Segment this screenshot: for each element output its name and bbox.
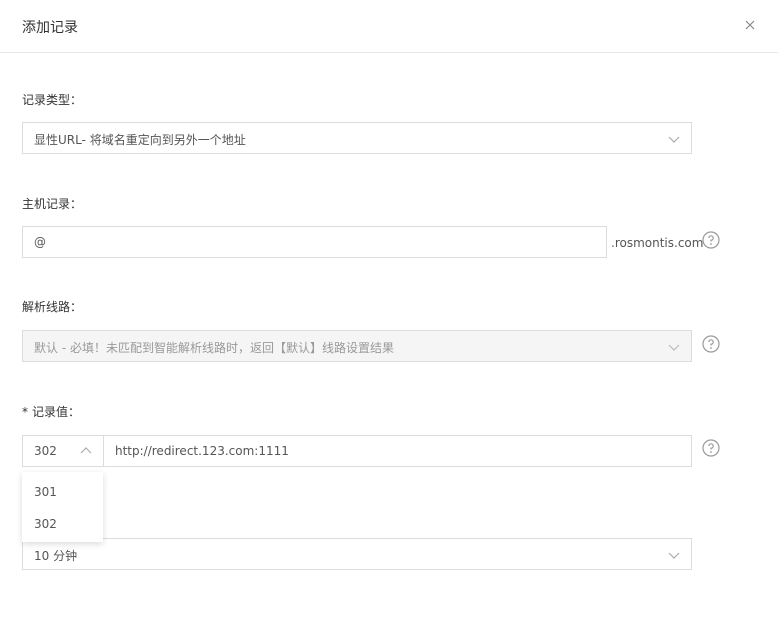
ttl-value: 10 分钟 — [34, 549, 78, 563]
dialog-header: 添加记录 — [0, 0, 778, 53]
dropdown-option-302[interactable]: 302 — [22, 507, 103, 539]
protocol-dropdown: 301 302 — [22, 472, 103, 542]
line-value: 默认 - 必填！未匹配到智能解析线路时，返回【默认】线路设置结果 — [34, 341, 394, 355]
line-label: 解析线路： — [22, 300, 83, 314]
protocol-value: 302 — [34, 444, 57, 458]
option-label: 302 — [34, 517, 57, 531]
dropdown-option-301[interactable]: 301 — [22, 475, 103, 507]
host-record-value: @ — [34, 235, 46, 249]
host-record-label: 主机记录： — [22, 197, 83, 211]
ttl-select[interactable]: 10 分钟 — [22, 538, 692, 570]
dialog-title: 添加记录 — [22, 20, 78, 36]
help-circle-icon[interactable] — [702, 231, 720, 249]
record-value-label-text: 记录值： — [32, 405, 81, 419]
host-record-input[interactable]: @ — [22, 226, 607, 258]
help-circle-icon[interactable] — [702, 335, 720, 353]
chevron-down-icon — [667, 340, 681, 354]
help-circle-icon[interactable] — [702, 439, 720, 457]
required-mark: * — [22, 405, 28, 419]
line-select[interactable]: 默认 - 必填！未匹配到智能解析线路时，返回【默认】线路设置结果 — [22, 330, 692, 362]
close-icon[interactable] — [742, 17, 758, 33]
option-label: 301 — [34, 485, 57, 499]
chevron-down-icon — [667, 132, 681, 146]
domain-suffix: .rosmontis.com — [611, 236, 704, 250]
chevron-down-icon — [667, 548, 681, 562]
record-value-group: 302 http://redirect.123.com:1111 — [22, 435, 692, 467]
redirect-url-input[interactable]: http://redirect.123.com:1111 — [104, 436, 691, 466]
redirect-url-value: http://redirect.123.com:1111 — [115, 444, 289, 458]
chevron-up-icon — [79, 444, 93, 458]
record-type-value: 显性URL- 将域名重定向到另外一个地址 — [34, 133, 246, 147]
record-type-label: 记录类型： — [22, 93, 83, 107]
record-type-select[interactable]: 显性URL- 将域名重定向到另外一个地址 — [22, 122, 692, 154]
protocol-select[interactable]: 302 — [23, 436, 104, 466]
record-value-label: * 记录值： — [22, 403, 80, 420]
